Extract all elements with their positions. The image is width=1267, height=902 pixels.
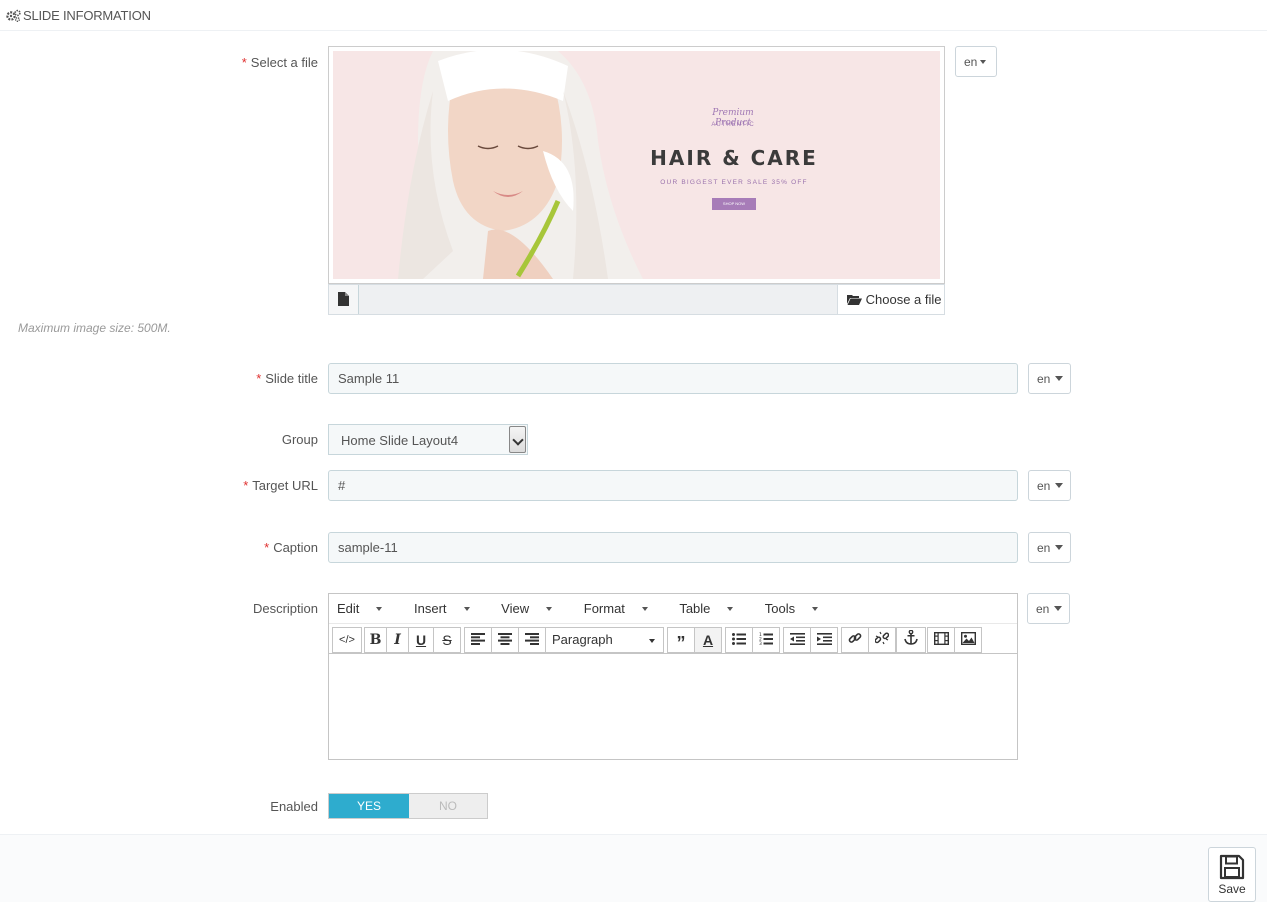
menu-view[interactable]: View [501, 601, 566, 616]
menu-tools[interactable]: Tools [765, 601, 832, 616]
slide-title-label: * Slide title [256, 371, 318, 386]
bullet-list-icon[interactable] [725, 627, 753, 653]
block-format-select[interactable]: Paragraph [545, 627, 664, 653]
description-editor: Edit Insert View Format Table Tools </> … [328, 593, 1018, 760]
choose-file-button[interactable]: Choose a file [837, 285, 944, 314]
caret-down-icon [1055, 483, 1064, 488]
numbered-list-icon[interactable]: 123 [752, 627, 780, 653]
text-color-icon[interactable]: A [694, 627, 722, 653]
menu-table[interactable]: Table [679, 601, 747, 616]
group-select[interactable]: Home Slide Layout4 [328, 424, 528, 455]
banner-authentic-text: AUTHENTIC [711, 122, 755, 128]
caret-down-icon [1055, 545, 1064, 550]
group-label: Group [281, 432, 318, 447]
panel-footer: Save [0, 834, 1267, 902]
caret-down-icon [641, 607, 648, 611]
banner-shop-button: SHOP NOW [712, 198, 756, 210]
enabled-switch: YES NO [328, 793, 488, 819]
file-icon [329, 285, 359, 314]
align-left-icon[interactable] [464, 627, 492, 653]
slide-title-lang-dropdown[interactable]: en [1028, 363, 1071, 394]
chevron-down-icon[interactable] [509, 426, 526, 453]
underline-icon[interactable]: U [408, 627, 434, 653]
panel-title: SLIDE INFORMATION [23, 8, 151, 23]
target-url-lang-dropdown[interactable]: en [1028, 470, 1071, 501]
max-size-hint: Maximum image size: 500M. [18, 321, 171, 335]
caption-label: * Caption [264, 540, 318, 555]
folder-open-icon [847, 292, 862, 307]
target-url-input[interactable]: # [328, 470, 1018, 501]
editor-toolbar: </> B I U S Paragraph ” A 123 [329, 624, 1017, 654]
panel-heading: SLIDE INFORMATION [0, 0, 1267, 31]
target-url-label: * Target URL [243, 478, 318, 493]
editor-content-area[interactable] [329, 655, 1017, 759]
caret-down-icon [1055, 376, 1064, 381]
blockquote-icon[interactable]: ” [667, 627, 695, 653]
indent-icon[interactable] [810, 627, 838, 653]
menu-edit[interactable]: Edit [337, 601, 396, 616]
caret-down-icon [812, 607, 819, 611]
file-lang-dropdown[interactable]: en [955, 46, 997, 77]
banner-image: Premium Product AUTHENTIC HAIR & CARE OU… [333, 51, 940, 279]
file-label: * Select a file [241, 55, 318, 70]
enabled-yes-option[interactable]: YES [329, 794, 409, 818]
outdent-icon[interactable] [783, 627, 811, 653]
caret-down-icon [649, 639, 655, 643]
enabled-no-option[interactable]: NO [409, 794, 487, 818]
description-label: Description [252, 601, 318, 616]
caret-down-icon [463, 607, 470, 611]
caret-down-icon [546, 607, 553, 611]
caret-down-icon [727, 607, 734, 611]
align-center-icon[interactable] [491, 627, 519, 653]
image-icon[interactable] [954, 627, 982, 653]
source-code-icon[interactable]: </> [332, 627, 362, 653]
media-icon[interactable] [927, 627, 955, 653]
save-button[interactable]: Save [1208, 847, 1256, 902]
align-right-icon[interactable] [518, 627, 546, 653]
description-lang-dropdown[interactable]: en [1027, 593, 1070, 624]
banner-title: HAIR & CARE [650, 146, 818, 170]
caption-lang-dropdown[interactable]: en [1028, 532, 1071, 563]
menu-insert[interactable]: Insert [414, 601, 484, 616]
woman-photo [398, 51, 643, 279]
caret-down-icon [1054, 606, 1063, 611]
svg-text:3: 3 [759, 641, 762, 645]
caret-down-icon [980, 60, 987, 64]
enabled-label: Enabled [270, 799, 318, 814]
gears-icon [6, 9, 21, 25]
floppy-disk-icon [1219, 854, 1245, 880]
strikethrough-icon[interactable]: S [433, 627, 461, 653]
image-preview: Premium Product AUTHENTIC HAIR & CARE OU… [328, 46, 945, 284]
unlink-icon[interactable] [868, 627, 896, 653]
caret-down-icon [376, 607, 383, 611]
bold-icon[interactable]: B [364, 627, 387, 653]
italic-icon[interactable]: I [386, 627, 409, 653]
slide-title-input[interactable]: Sample 11 [328, 363, 1018, 394]
file-input-group: Choose a file [328, 284, 945, 315]
banner-subtitle: OUR BIGGEST EVER SALE 35% OFF [660, 179, 808, 186]
editor-menubar: Edit Insert View Format Table Tools [329, 594, 1017, 624]
anchor-icon[interactable] [896, 627, 926, 653]
menu-format[interactable]: Format [584, 601, 662, 616]
link-icon[interactable] [841, 627, 869, 653]
caption-input[interactable]: sample-11 [328, 532, 1018, 563]
